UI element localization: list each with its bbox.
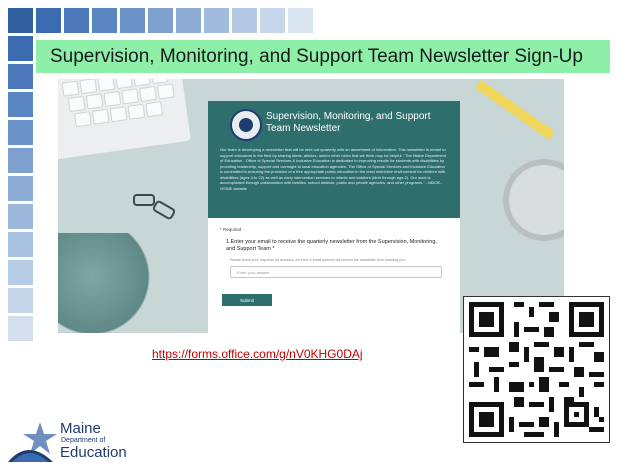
plant-decoration: [58, 233, 158, 333]
paperclip-decoration: [133, 194, 155, 206]
star-icon: [8, 422, 57, 462]
slide-title: Supervision, Monitoring, and Support Tea…: [50, 45, 583, 67]
form-screenshot-image: Supervision, Monitoring, and Support Tea…: [58, 79, 564, 333]
form-card: Supervision, Monitoring, and Support Tea…: [208, 101, 460, 333]
form-header: Supervision, Monitoring, and Support Tea…: [208, 101, 460, 218]
qr-code-icon: [463, 296, 610, 443]
maine-seal-icon: [230, 109, 262, 141]
form-description: Our team is developing a newsletter that…: [220, 147, 446, 191]
cup-decoration: [503, 159, 564, 241]
question-hint: Please check your response for accuracy.…: [230, 258, 406, 262]
logo-line-department: Department of: [61, 437, 106, 444]
maine-doe-logo: Maine Department of Education: [8, 418, 138, 463]
email-answer-field: Enter your answer: [230, 266, 442, 278]
keyboard-decoration: [58, 79, 191, 160]
pencil-decoration: [475, 79, 555, 140]
question-label: 1.Enter your email to receive the quarte…: [226, 239, 437, 252]
form-title: Supervision, Monitoring, and Support Tea…: [266, 111, 431, 134]
required-note: * Required: [220, 227, 242, 232]
logo-line-education: Education: [60, 444, 127, 461]
slide-title-banner: Supervision, Monitoring, and Support Tea…: [36, 40, 610, 73]
form-link[interactable]: https://forms.office.com/g/nV0KHG0DAj: [152, 347, 363, 361]
submit-button: Submit: [222, 294, 272, 306]
logo-line-maine: Maine: [60, 420, 101, 437]
paperclip-decoration: [151, 199, 177, 221]
